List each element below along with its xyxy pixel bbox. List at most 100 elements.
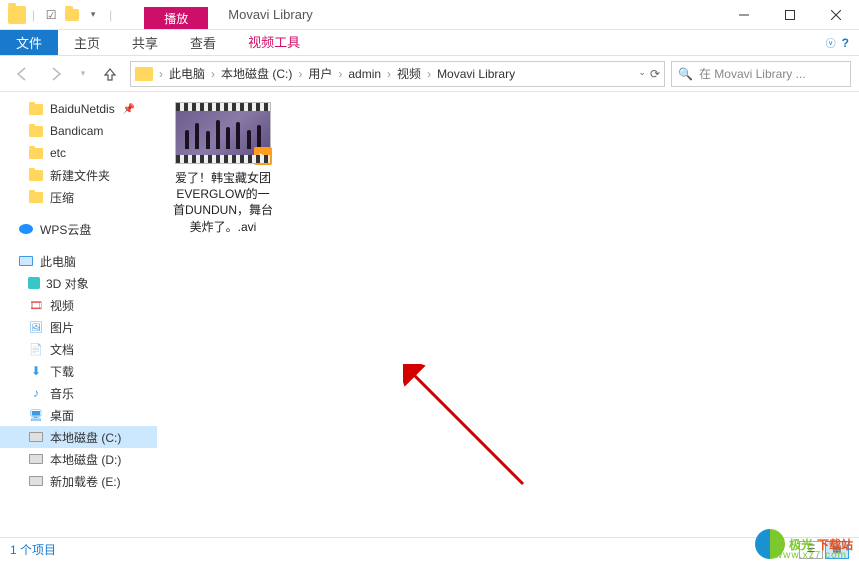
nav-quick-item[interactable]: 新建文件夹 xyxy=(0,164,157,186)
breadcrumb[interactable]: › 此电脑 › 本地磁盘 (C:) › 用户 › admin › 视频 › Mo… xyxy=(130,61,665,87)
nav-label: WPS云盘 xyxy=(40,221,91,238)
folder-icon xyxy=(28,167,44,183)
up-button[interactable] xyxy=(96,60,124,88)
bc-chevron-icon[interactable]: › xyxy=(296,67,304,81)
nav-drive-e[interactable]: 新加载卷 (E:) xyxy=(0,470,157,492)
address-dropdown[interactable]: ⌄ ⟳ xyxy=(638,67,660,81)
drive-icon xyxy=(28,429,44,445)
pin-icon: 📌 xyxy=(123,104,135,115)
bc-item[interactable]: 此电脑 xyxy=(165,65,209,82)
nav-label: 此电脑 xyxy=(40,253,76,270)
close-button[interactable] xyxy=(813,0,859,29)
bc-chevron-icon[interactable]: › xyxy=(336,67,344,81)
chevron-down-icon: ⌄ xyxy=(638,67,646,81)
nav-label: BaiduNetdis xyxy=(50,102,115,116)
nav-quick-item[interactable]: Bandicam xyxy=(0,120,157,142)
nav-label: 压缩 xyxy=(50,189,74,206)
nav-pc-item[interactable]: 🖼图片 xyxy=(0,316,157,338)
file-item[interactable]: ▶ 爱了！韩宝藏女团EVERGLOW的一首DUNDUN，舞台美炸了。.avi xyxy=(173,102,273,235)
bc-item[interactable]: admin xyxy=(344,67,385,81)
maximize-button[interactable] xyxy=(767,0,813,29)
body-area: BaiduNetdis 📌 Bandicam etc 新建文件夹 压缩 WPS云盘… xyxy=(0,92,859,537)
refresh-icon[interactable]: ⟳ xyxy=(650,67,660,81)
search-input[interactable]: 🔍 在 Movavi Library ... xyxy=(671,61,851,87)
search-placeholder: 在 Movavi Library ... xyxy=(699,65,806,82)
context-tab-play[interactable]: 播放 xyxy=(144,7,208,29)
bc-item[interactable]: 本地磁盘 (C:) xyxy=(217,65,296,82)
watermark-url: www.xz7.com xyxy=(775,550,847,561)
nav-pc-item[interactable]: 🖥桌面 xyxy=(0,404,157,426)
nav-quick-item[interactable]: etc xyxy=(0,142,157,164)
nav-label: 下载 xyxy=(50,363,74,380)
desktop-icon: 🖥 xyxy=(28,407,44,423)
navigation-pane[interactable]: BaiduNetdis 📌 Bandicam etc 新建文件夹 压缩 WPS云盘… xyxy=(0,92,157,537)
minimize-icon xyxy=(739,10,749,20)
qat-separator: | xyxy=(109,8,112,22)
tab-video-tools[interactable]: 视频工具 xyxy=(232,30,316,55)
bc-chevron-icon[interactable]: › xyxy=(209,67,217,81)
status-bar: 1 个项目 ☰ ▦ xyxy=(0,537,859,561)
nav-this-pc[interactable]: 此电脑 xyxy=(0,250,157,272)
nav-label: Bandicam xyxy=(50,124,103,138)
window-title: Movavi Library xyxy=(228,7,313,22)
folder-icon xyxy=(28,189,44,205)
checkbox-icon[interactable]: ☑ xyxy=(41,5,61,25)
context-tab-group: 播放 xyxy=(144,0,208,29)
forward-button[interactable] xyxy=(42,60,70,88)
breadcrumb-folder-icon xyxy=(135,67,153,81)
content-pane[interactable]: ▶ 爱了！韩宝藏女团EVERGLOW的一首DUNDUN，舞台美炸了。.avi xyxy=(157,92,859,537)
folder-icon xyxy=(28,123,44,139)
search-icon: 🔍 xyxy=(678,67,693,81)
nav-pc-item[interactable]: 🎞视频 xyxy=(0,294,157,316)
ribbon-tabs: 文件 主页 共享 查看 视频工具 ⓥ ? xyxy=(0,30,859,56)
quick-access-toolbar: | ☑ ▾ | xyxy=(0,5,114,25)
bc-chevron-icon[interactable]: › xyxy=(425,67,433,81)
bc-chevron-icon[interactable]: › xyxy=(385,67,393,81)
maximize-icon xyxy=(785,10,795,20)
close-icon xyxy=(831,10,841,20)
3d-objects-icon xyxy=(28,277,40,289)
pc-icon xyxy=(18,253,34,269)
drive-icon xyxy=(28,451,44,467)
tab-home[interactable]: 主页 xyxy=(58,30,116,55)
nav-label: 新建文件夹 xyxy=(50,167,110,184)
qat-folder-icon[interactable] xyxy=(65,9,79,21)
bc-item[interactable]: Movavi Library xyxy=(433,67,519,81)
nav-label: 图片 xyxy=(50,319,74,336)
thumbnail-image xyxy=(182,117,264,149)
nav-drive-d[interactable]: 本地磁盘 (D:) xyxy=(0,448,157,470)
app-folder-icon xyxy=(8,6,26,24)
folder-icon xyxy=(28,145,44,161)
tab-view[interactable]: 查看 xyxy=(174,30,232,55)
folder-icon xyxy=(28,101,44,117)
nav-pc-item[interactable]: 📄文档 xyxy=(0,338,157,360)
nav-quick-item[interactable]: BaiduNetdis 📌 xyxy=(0,98,157,120)
ribbon-expand-icon[interactable]: ⓥ xyxy=(826,35,836,50)
nav-label: 3D 对象 xyxy=(46,275,89,292)
nav-pc-item[interactable]: ⬇ 下载 xyxy=(0,360,157,382)
nav-label: 文档 xyxy=(50,341,74,358)
nav-label: 本地磁盘 (C:) xyxy=(50,429,121,446)
bc-item[interactable]: 用户 xyxy=(304,65,336,82)
help-icon[interactable]: ? xyxy=(842,36,849,50)
nav-quick-item[interactable]: 压缩 xyxy=(0,186,157,208)
bc-item[interactable]: 视频 xyxy=(393,65,425,82)
nav-pc-item[interactable]: 3D 对象 xyxy=(0,272,157,294)
bc-chevron-icon[interactable]: › xyxy=(157,67,165,81)
minimize-button[interactable] xyxy=(721,0,767,29)
address-bar: ▾ › 此电脑 › 本地磁盘 (C:) › 用户 › admin › 视频 › … xyxy=(0,56,859,92)
tab-share[interactable]: 共享 xyxy=(116,30,174,55)
nav-label: etc xyxy=(50,146,66,160)
nav-pc-item[interactable]: ♪音乐 xyxy=(0,382,157,404)
video-thumbnail: ▶ xyxy=(175,102,271,164)
back-button[interactable] xyxy=(8,60,36,88)
recent-dropdown[interactable]: ▾ xyxy=(76,60,90,88)
qat-overflow-icon[interactable]: ▾ xyxy=(83,5,103,25)
nav-wps-cloud[interactable]: WPS云盘 xyxy=(0,218,157,240)
nav-drive-c[interactable]: 本地磁盘 (C:) xyxy=(0,426,157,448)
play-overlay-icon: ▶ xyxy=(254,147,272,165)
qat-separator: | xyxy=(32,8,35,22)
tab-file[interactable]: 文件 xyxy=(0,30,58,55)
downloads-icon: ⬇ xyxy=(28,363,44,379)
back-arrow-icon xyxy=(14,66,30,82)
